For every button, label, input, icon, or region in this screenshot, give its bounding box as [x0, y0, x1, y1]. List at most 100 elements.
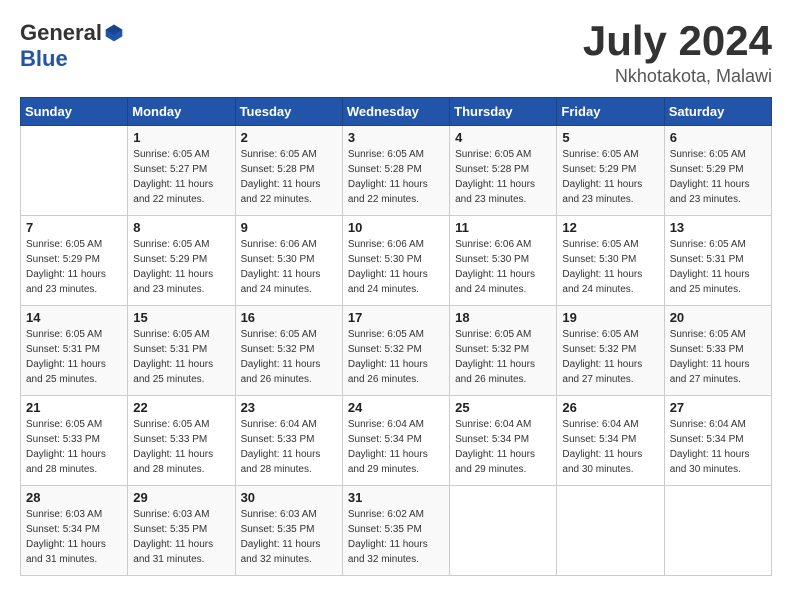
- day-info: Sunrise: 6:04 AM Sunset: 5:34 PM Dayligh…: [455, 417, 551, 477]
- day-number: 2: [241, 130, 337, 145]
- day-info: Sunrise: 6:05 AM Sunset: 5:31 PM Dayligh…: [26, 327, 122, 387]
- day-info: Sunrise: 6:03 AM Sunset: 5:35 PM Dayligh…: [133, 507, 229, 567]
- weekday-header: Saturday: [664, 98, 771, 126]
- day-info: Sunrise: 6:05 AM Sunset: 5:32 PM Dayligh…: [562, 327, 658, 387]
- calendar-cell: 16Sunrise: 6:05 AM Sunset: 5:32 PM Dayli…: [235, 306, 342, 396]
- day-number: 19: [562, 310, 658, 325]
- day-info: Sunrise: 6:05 AM Sunset: 5:28 PM Dayligh…: [348, 147, 444, 207]
- day-number: 23: [241, 400, 337, 415]
- calendar-cell: 18 Sunrise: 6:05 AM Sunset: 5:32 PM Dayli…: [450, 306, 557, 396]
- calendar-week-row: 21Sunrise: 6:05 AM Sunset: 5:33 PM Dayli…: [21, 396, 772, 486]
- calendar-cell: 17 Sunrise: 6:05 AM Sunset: 5:32 PM Dayli…: [342, 306, 449, 396]
- logo: General Blue: [20, 20, 124, 72]
- calendar-header: SundayMondayTuesdayWednesdayThursdayFrid…: [21, 98, 772, 126]
- logo-general: General: [20, 20, 102, 46]
- day-info: Sunrise: 6:05 AM Sunset: 5:32 PM Dayligh…: [348, 327, 444, 387]
- day-info: Sunrise: 6:05 AM Sunset: 5:29 PM Dayligh…: [562, 147, 658, 207]
- day-info: Sunrise: 6:06 AM Sunset: 5:30 PM Dayligh…: [241, 237, 337, 297]
- calendar-cell: 13 Sunrise: 6:05 AM Sunset: 5:31 PM Dayli…: [664, 216, 771, 306]
- month-year: July 2024: [583, 20, 772, 62]
- day-number: 4: [455, 130, 551, 145]
- day-info: Sunrise: 6:05 AM Sunset: 5:33 PM Dayligh…: [670, 327, 766, 387]
- day-info: Sunrise: 6:05 AM Sunset: 5:28 PM Dayligh…: [455, 147, 551, 207]
- day-info: Sunrise: 6:05 AM Sunset: 5:33 PM Dayligh…: [26, 417, 122, 477]
- day-number: 11: [455, 220, 551, 235]
- weekday-header: Friday: [557, 98, 664, 126]
- calendar-cell: 3 Sunrise: 6:05 AM Sunset: 5:28 PM Daylig…: [342, 126, 449, 216]
- calendar-week-row: 14 Sunrise: 6:05 AM Sunset: 5:31 PM Dayli…: [21, 306, 772, 396]
- day-number: 24: [348, 400, 444, 415]
- calendar-cell: 10 Sunrise: 6:06 AM Sunset: 5:30 PM Dayli…: [342, 216, 449, 306]
- day-info: Sunrise: 6:04 AM Sunset: 5:34 PM Dayligh…: [562, 417, 658, 477]
- day-info: Sunrise: 6:05 AM Sunset: 5:31 PM Dayligh…: [670, 237, 766, 297]
- calendar-cell: 7 Sunrise: 6:05 AM Sunset: 5:29 PM Daylig…: [21, 216, 128, 306]
- day-info: Sunrise: 6:02 AM Sunset: 5:35 PM Dayligh…: [348, 507, 444, 567]
- day-number: 13: [670, 220, 766, 235]
- logo-icon: [104, 23, 124, 43]
- day-info: Sunrise: 6:05 AM Sunset: 5:29 PM Dayligh…: [26, 237, 122, 297]
- calendar-cell: 28Sunrise: 6:03 AM Sunset: 5:34 PM Dayli…: [21, 486, 128, 576]
- calendar-cell: 2 Sunrise: 6:05 AM Sunset: 5:28 PM Daylig…: [235, 126, 342, 216]
- day-info: Sunrise: 6:05 AM Sunset: 5:33 PM Dayligh…: [133, 417, 229, 477]
- calendar-cell: 19 Sunrise: 6:05 AM Sunset: 5:32 PM Dayli…: [557, 306, 664, 396]
- calendar-cell: 24 Sunrise: 6:04 AM Sunset: 5:34 PM Dayli…: [342, 396, 449, 486]
- weekday-header: Tuesday: [235, 98, 342, 126]
- day-number: 3: [348, 130, 444, 145]
- day-number: 5: [562, 130, 658, 145]
- calendar-cell: 4 Sunrise: 6:05 AM Sunset: 5:28 PM Daylig…: [450, 126, 557, 216]
- calendar-cell: [557, 486, 664, 576]
- day-info: Sunrise: 6:04 AM Sunset: 5:34 PM Dayligh…: [670, 417, 766, 477]
- day-number: 28: [26, 490, 122, 505]
- day-info: Sunrise: 6:05 AM Sunset: 5:30 PM Dayligh…: [562, 237, 658, 297]
- day-info: Sunrise: 6:05 AM Sunset: 5:32 PM Dayligh…: [455, 327, 551, 387]
- calendar-cell: 11 Sunrise: 6:06 AM Sunset: 5:30 PM Dayli…: [450, 216, 557, 306]
- day-info: Sunrise: 6:06 AM Sunset: 5:30 PM Dayligh…: [455, 237, 551, 297]
- calendar-table: SundayMondayTuesdayWednesdayThursdayFrid…: [20, 97, 772, 576]
- day-info: Sunrise: 6:05 AM Sunset: 5:29 PM Dayligh…: [133, 237, 229, 297]
- calendar-cell: 26 Sunrise: 6:04 AM Sunset: 5:34 PM Dayli…: [557, 396, 664, 486]
- day-number: 26: [562, 400, 658, 415]
- calendar-cell: [664, 486, 771, 576]
- day-number: 7: [26, 220, 122, 235]
- calendar-cell: 5 Sunrise: 6:05 AM Sunset: 5:29 PM Daylig…: [557, 126, 664, 216]
- day-number: 15: [133, 310, 229, 325]
- title-block: July 2024 Nkhotakota, Malawi: [583, 20, 772, 87]
- day-number: 6: [670, 130, 766, 145]
- calendar-week-row: 28Sunrise: 6:03 AM Sunset: 5:34 PM Dayli…: [21, 486, 772, 576]
- calendar-cell: 6Sunrise: 6:05 AM Sunset: 5:29 PM Daylig…: [664, 126, 771, 216]
- weekday-header: Sunday: [21, 98, 128, 126]
- calendar-cell: 14 Sunrise: 6:05 AM Sunset: 5:31 PM Dayli…: [21, 306, 128, 396]
- day-number: 25: [455, 400, 551, 415]
- day-number: 17: [348, 310, 444, 325]
- day-info: Sunrise: 6:03 AM Sunset: 5:35 PM Dayligh…: [241, 507, 337, 567]
- calendar-body: 1Sunrise: 6:05 AM Sunset: 5:27 PM Daylig…: [21, 126, 772, 576]
- weekday-header: Wednesday: [342, 98, 449, 126]
- calendar-cell: 31 Sunrise: 6:02 AM Sunset: 5:35 PM Dayli…: [342, 486, 449, 576]
- calendar-cell: 12 Sunrise: 6:05 AM Sunset: 5:30 PM Dayli…: [557, 216, 664, 306]
- weekday-header: Monday: [128, 98, 235, 126]
- day-number: 10: [348, 220, 444, 235]
- calendar-cell: 1Sunrise: 6:05 AM Sunset: 5:27 PM Daylig…: [128, 126, 235, 216]
- weekday-header-row: SundayMondayTuesdayWednesdayThursdayFrid…: [21, 98, 772, 126]
- calendar-cell: 27 Sunrise: 6:04 AM Sunset: 5:34 PM Dayli…: [664, 396, 771, 486]
- day-number: 18: [455, 310, 551, 325]
- day-info: Sunrise: 6:06 AM Sunset: 5:30 PM Dayligh…: [348, 237, 444, 297]
- day-number: 9: [241, 220, 337, 235]
- day-number: 12: [562, 220, 658, 235]
- calendar-week-row: 1Sunrise: 6:05 AM Sunset: 5:27 PM Daylig…: [21, 126, 772, 216]
- calendar-cell: 15 Sunrise: 6:05 AM Sunset: 5:31 PM Dayli…: [128, 306, 235, 396]
- day-info: Sunrise: 6:05 AM Sunset: 5:28 PM Dayligh…: [241, 147, 337, 207]
- day-info: Sunrise: 6:05 AM Sunset: 5:31 PM Dayligh…: [133, 327, 229, 387]
- calendar-cell: [21, 126, 128, 216]
- calendar-cell: 29Sunrise: 6:03 AM Sunset: 5:35 PM Dayli…: [128, 486, 235, 576]
- calendar-cell: 25 Sunrise: 6:04 AM Sunset: 5:34 PM Dayli…: [450, 396, 557, 486]
- calendar-cell: 21Sunrise: 6:05 AM Sunset: 5:33 PM Dayli…: [21, 396, 128, 486]
- day-number: 22: [133, 400, 229, 415]
- calendar-cell: 30Sunrise: 6:03 AM Sunset: 5:35 PM Dayli…: [235, 486, 342, 576]
- day-number: 31: [348, 490, 444, 505]
- day-number: 27: [670, 400, 766, 415]
- day-info: Sunrise: 6:05 AM Sunset: 5:27 PM Dayligh…: [133, 147, 229, 207]
- weekday-header: Thursday: [450, 98, 557, 126]
- day-number: 14: [26, 310, 122, 325]
- day-info: Sunrise: 6:04 AM Sunset: 5:34 PM Dayligh…: [348, 417, 444, 477]
